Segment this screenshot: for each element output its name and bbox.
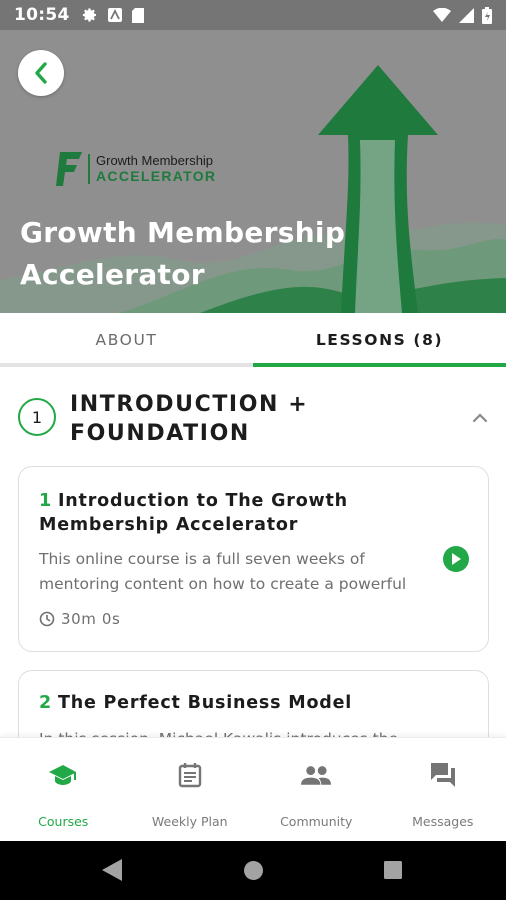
chevron-left-icon [35, 62, 47, 84]
tab-about[interactable]: ABOUT [0, 313, 253, 367]
android-auto-icon [107, 8, 122, 22]
nav-label: Community [280, 814, 353, 829]
section-title: INTRODUCTION + FOUNDATION [70, 392, 309, 446]
lesson-title-text: The Perfect Business Model [57, 693, 353, 713]
nav-courses[interactable]: Courses [0, 738, 127, 841]
clock-icon [39, 611, 55, 627]
back-triangle-icon[interactable] [102, 859, 122, 881]
play-button[interactable] [443, 546, 469, 572]
back-button[interactable] [18, 50, 64, 96]
section-header[interactable]: 1 INTRODUCTION + FOUNDATION [0, 372, 506, 462]
status-bar: 10:54 [0, 0, 506, 30]
lesson-description: This online course is a full seven weeks… [39, 550, 407, 593]
status-time: 10:54 [14, 5, 70, 25]
nav-messages[interactable]: Messages [380, 738, 506, 841]
recents-square-icon[interactable] [384, 861, 402, 879]
course-hero: Growth Membership ACCELERATOR Growth Mem… [0, 30, 506, 313]
lesson-title: 2 The Perfect Business Model [39, 691, 439, 715]
section-number-badge: 1 [18, 398, 56, 436]
course-title: Growth Membership Accelerator [20, 216, 346, 291]
people-icon [301, 766, 332, 785]
lesson-duration: 30m 0s [39, 610, 120, 628]
battery-icon [482, 6, 492, 24]
calendar-icon [178, 763, 201, 788]
nav-label: Messages [412, 814, 474, 829]
sd-card-icon [131, 7, 144, 23]
lesson-number: 2 [39, 693, 52, 713]
home-circle-icon[interactable] [244, 861, 263, 880]
lesson-title: 1 Introduction to The Growth Membership A… [39, 489, 439, 537]
signal-icon [459, 7, 474, 23]
course-tabs: ABOUT LESSONS (8) [0, 313, 506, 367]
lesson-card[interactable]: 1 Introduction to The Growth Membership A… [18, 466, 489, 652]
tab-lessons[interactable]: LESSONS (8) [253, 313, 506, 367]
nav-weekly-plan[interactable]: Weekly Plan [127, 738, 254, 841]
nav-community[interactable]: Community [253, 738, 380, 841]
settings-icon [82, 8, 96, 22]
wifi-icon [433, 8, 451, 22]
brand-name-top: Growth Membership [96, 153, 214, 168]
brand-logo: Growth Membership ACCELERATOR [56, 152, 216, 186]
lesson-title-text: Introduction to The Growth Membership Ac… [39, 491, 348, 535]
nav-label: Courses [38, 814, 89, 829]
brand-name-bottom: ACCELERATOR [96, 168, 217, 184]
nav-label: Weekly Plan [151, 814, 228, 829]
lesson-duration-text: 30m 0s [61, 610, 121, 628]
play-icon [452, 553, 461, 565]
bottom-navigation: Courses Weekly Plan Community Messages [0, 737, 506, 841]
chat-icon [430, 763, 455, 787]
brand-f-mark-icon [56, 152, 82, 186]
graduation-cap-icon [49, 765, 77, 785]
lesson-number: 1 [39, 491, 52, 511]
chevron-up-icon[interactable] [470, 408, 490, 428]
system-navigation-bar [0, 841, 506, 900]
